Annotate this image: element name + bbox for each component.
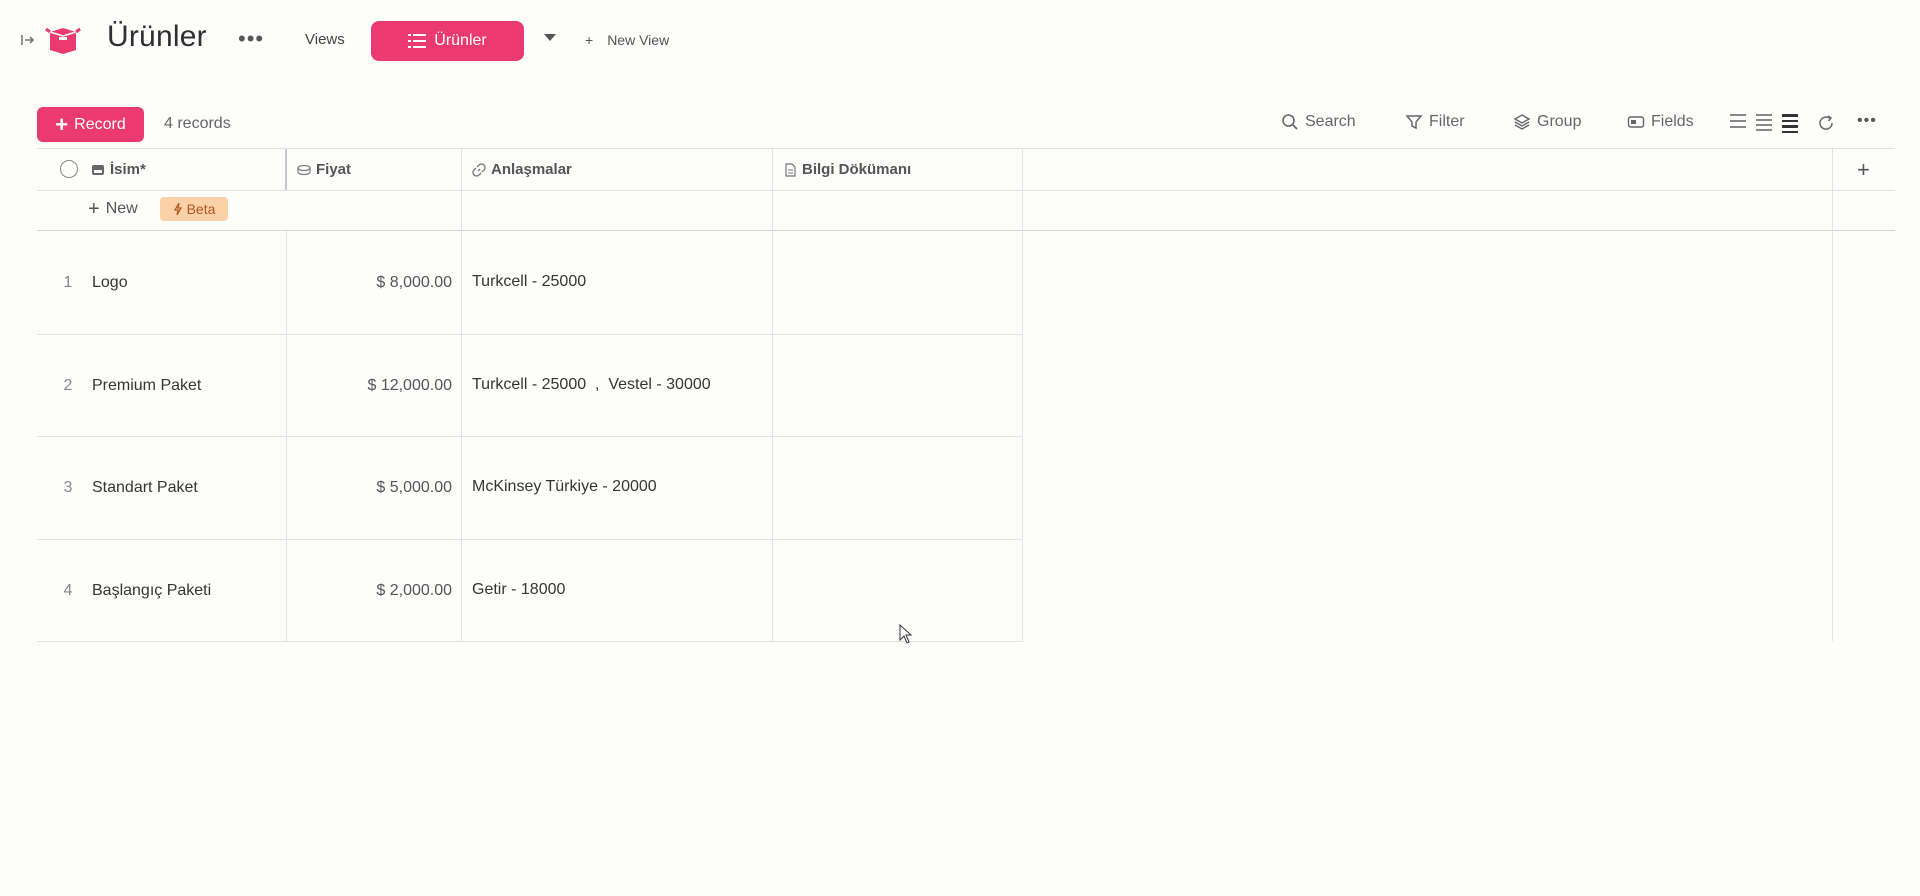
more-options-icon[interactable]: ••• bbox=[1857, 113, 1877, 129]
fields-label: Fields bbox=[1651, 113, 1694, 130]
row-number: 1 bbox=[63, 274, 73, 291]
new-row-label: New bbox=[105, 200, 138, 217]
cell-name[interactable]: Standart Paket bbox=[92, 479, 198, 497]
page-title: Ürünler bbox=[107, 20, 207, 53]
fields-icon bbox=[1627, 116, 1645, 128]
cell-deals[interactable]: Getir - 18000 bbox=[472, 581, 565, 599]
add-record-button[interactable]: + Record bbox=[37, 107, 144, 142]
record-count: 4 records bbox=[164, 115, 231, 132]
density-medium-icon[interactable] bbox=[1756, 114, 1772, 133]
new-view-button[interactable]: + New View bbox=[585, 32, 669, 48]
row-density-switcher[interactable] bbox=[1730, 114, 1798, 133]
cell-price[interactable]: $ 5,000.00 bbox=[292, 479, 452, 497]
filter-button[interactable]: Filter bbox=[1405, 113, 1465, 131]
new-view-label: New View bbox=[607, 32, 670, 48]
box-logo-icon bbox=[45, 27, 81, 54]
active-view-label: Ürünler bbox=[434, 32, 487, 49]
fields-button[interactable]: Fields bbox=[1627, 113, 1694, 131]
group-button[interactable]: Group bbox=[1513, 113, 1581, 131]
plus-icon: + bbox=[88, 198, 100, 220]
document-icon bbox=[785, 162, 796, 177]
row-number: 3 bbox=[63, 479, 73, 496]
plus-icon: + bbox=[585, 32, 594, 48]
density-compact-icon[interactable] bbox=[1730, 114, 1746, 133]
select-all-checkbox[interactable] bbox=[60, 160, 78, 178]
refresh-icon[interactable] bbox=[1817, 114, 1835, 132]
row-number: 4 bbox=[63, 582, 73, 599]
lightning-icon bbox=[173, 202, 182, 216]
cell-deals[interactable]: McKinsey Türkiye - 20000 bbox=[472, 478, 657, 496]
mouse-cursor-icon bbox=[899, 624, 913, 644]
cell-price[interactable]: $ 8,000.00 bbox=[292, 274, 452, 292]
cell-name[interactable]: Premium Paket bbox=[92, 377, 201, 395]
column-header-deals[interactable]: Anlaşmalar bbox=[472, 161, 572, 178]
new-row-button[interactable]: + New bbox=[88, 198, 138, 220]
layers-icon bbox=[1513, 114, 1531, 130]
plus-icon: + bbox=[55, 111, 69, 137]
link-icon bbox=[472, 162, 486, 177]
beta-label: Beta bbox=[186, 201, 216, 217]
money-icon bbox=[297, 164, 311, 175]
active-view-tab[interactable]: Ürünler bbox=[371, 21, 524, 61]
search-icon bbox=[1282, 114, 1298, 130]
column-header-label: Bilgi Dökümanı bbox=[802, 161, 912, 178]
chevron-down-icon[interactable] bbox=[544, 34, 556, 41]
more-options-icon[interactable]: ••• bbox=[238, 28, 264, 50]
search-label: Search bbox=[1305, 113, 1356, 130]
column-header-name[interactable]: İsim* bbox=[91, 161, 146, 178]
cell-name[interactable]: Logo bbox=[92, 274, 128, 292]
group-label: Group bbox=[1537, 113, 1582, 130]
column-header-label: İsim* bbox=[110, 161, 146, 178]
row-number: 2 bbox=[63, 377, 73, 394]
cell-name[interactable]: Başlangıç Paketi bbox=[92, 582, 211, 600]
beta-badge: Beta bbox=[160, 197, 228, 221]
collapse-sidebar-icon[interactable] bbox=[20, 32, 36, 48]
column-header-price[interactable]: Fiyat bbox=[297, 161, 351, 178]
list-icon bbox=[408, 34, 427, 48]
column-header-label: Anlaşmalar bbox=[491, 161, 572, 178]
column-header-document[interactable]: Bilgi Dökümanı bbox=[783, 161, 911, 178]
filter-label: Filter bbox=[1429, 113, 1465, 130]
record-button-label: Record bbox=[74, 115, 126, 133]
cell-price[interactable]: $ 12,000.00 bbox=[292, 377, 452, 395]
cell-price[interactable]: $ 2,000.00 bbox=[292, 582, 452, 600]
density-tall-icon[interactable] bbox=[1782, 114, 1798, 133]
views-label[interactable]: Views bbox=[305, 31, 345, 48]
add-column-button[interactable]: + bbox=[1857, 157, 1870, 183]
filter-icon bbox=[1405, 115, 1423, 130]
search-button[interactable]: Search bbox=[1281, 113, 1356, 131]
column-header-label: Fiyat bbox=[316, 161, 352, 178]
cell-deals[interactable]: Turkcell - 25000 , Vestel - 30000 bbox=[472, 376, 711, 394]
text-field-icon bbox=[92, 164, 104, 175]
cell-deals[interactable]: Turkcell - 25000 bbox=[472, 273, 586, 291]
